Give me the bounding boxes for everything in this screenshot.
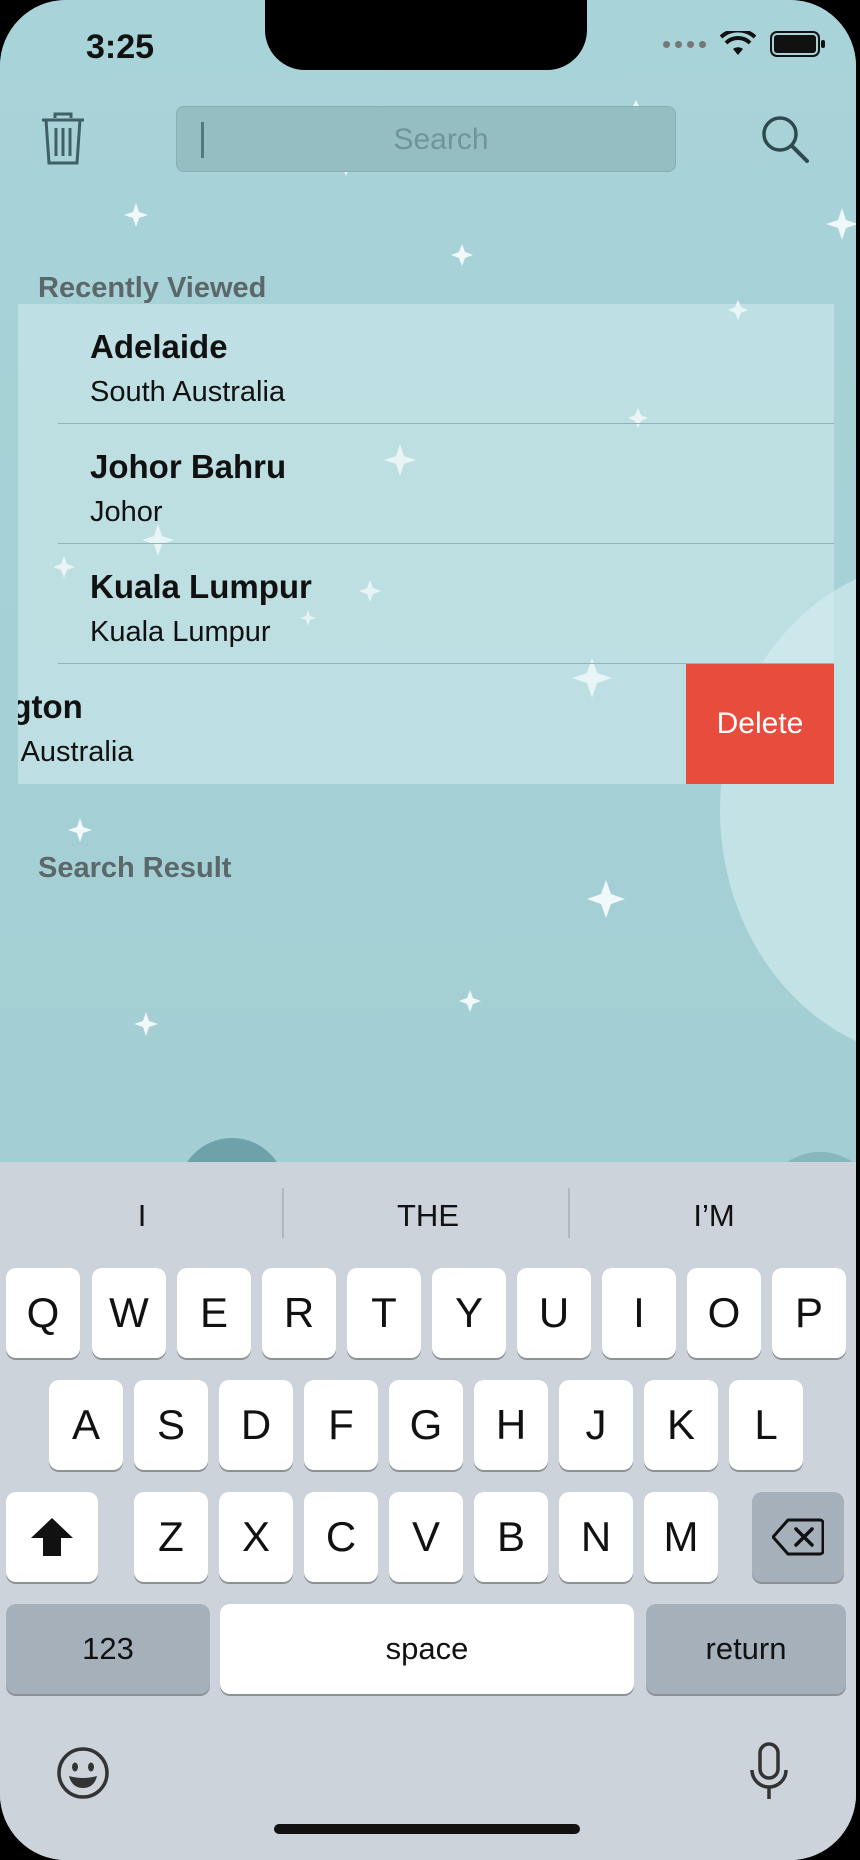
- city-name: Adelaide: [90, 328, 228, 365]
- key-g[interactable]: G: [389, 1380, 463, 1470]
- city-name: Kuala Lumpur: [90, 568, 312, 605]
- key-c[interactable]: C: [304, 1492, 378, 1582]
- key-f[interactable]: F: [304, 1380, 378, 1470]
- list-item[interactable]: Kuala Lumpur Kuala Lumpur: [18, 544, 834, 664]
- battery-icon: [770, 31, 825, 57]
- search-field[interactable]: [176, 106, 676, 173]
- text-cursor: [201, 122, 204, 158]
- list-item[interactable]: Johor Bahru Johor: [18, 424, 834, 544]
- notch: [265, 0, 587, 70]
- list-item-swiped[interactable]: ington n Australia Delete: [18, 664, 834, 784]
- key-v[interactable]: V: [389, 1492, 463, 1582]
- key-s[interactable]: S: [134, 1380, 208, 1470]
- key-l[interactable]: L: [729, 1380, 803, 1470]
- key-b[interactable]: B: [474, 1492, 548, 1582]
- search-result-title: Search Result: [38, 852, 232, 884]
- shift-icon: [31, 1518, 73, 1556]
- key-m[interactable]: M: [644, 1492, 718, 1582]
- space-key[interactable]: space: [220, 1604, 634, 1694]
- region-name: n Australia: [18, 736, 134, 768]
- list-item[interactable]: Adelaide South Australia: [18, 304, 834, 424]
- key-n[interactable]: N: [559, 1492, 633, 1582]
- suggestion-item[interactable]: I’M: [572, 1188, 856, 1244]
- suggestion-item[interactable]: THE: [286, 1188, 570, 1244]
- status-time: 3:25: [86, 28, 155, 66]
- trash-icon[interactable]: [40, 112, 86, 166]
- recently-viewed-list: Adelaide South Australia Johor Bahru Joh…: [18, 304, 834, 784]
- key-y[interactable]: Y: [432, 1268, 506, 1358]
- region-name: Kuala Lumpur: [90, 616, 271, 648]
- home-indicator: [274, 1824, 580, 1834]
- key-j[interactable]: J: [559, 1380, 633, 1470]
- key-k[interactable]: K: [644, 1380, 718, 1470]
- phone-screen: 3:25 Recently Viewed Adelaide South Aust…: [0, 0, 856, 1860]
- recently-viewed-title: Recently Viewed: [38, 272, 267, 304]
- return-key[interactable]: return: [646, 1604, 846, 1694]
- city-name: Johor Bahru: [90, 448, 287, 485]
- city-name: ington: [18, 688, 83, 725]
- region-name: Johor: [90, 496, 163, 528]
- backspace-icon: [771, 1518, 825, 1556]
- region-name: South Australia: [90, 376, 286, 408]
- search-input[interactable]: [209, 107, 673, 173]
- divider: [568, 1188, 570, 1238]
- key-t[interactable]: T: [347, 1268, 421, 1358]
- shift-key[interactable]: [6, 1492, 98, 1582]
- emoji-icon[interactable]: [56, 1746, 110, 1800]
- keyboard: I THE I’M Q W E R T Y U I O P A S D F G …: [0, 1162, 856, 1860]
- key-h[interactable]: H: [474, 1380, 548, 1470]
- delete-button[interactable]: Delete: [686, 664, 834, 784]
- key-p[interactable]: P: [772, 1268, 846, 1358]
- key-x[interactable]: X: [219, 1492, 293, 1582]
- key-d[interactable]: D: [219, 1380, 293, 1470]
- key-o[interactable]: O: [687, 1268, 761, 1358]
- key-i[interactable]: I: [602, 1268, 676, 1358]
- key-u[interactable]: U: [517, 1268, 591, 1358]
- divider: [282, 1188, 284, 1238]
- numbers-key[interactable]: 123: [6, 1604, 210, 1694]
- status-icons: [663, 30, 826, 58]
- backspace-key[interactable]: [752, 1492, 844, 1582]
- key-a[interactable]: A: [49, 1380, 123, 1470]
- wifi-icon: [720, 31, 756, 55]
- key-e[interactable]: E: [177, 1268, 251, 1358]
- key-z[interactable]: Z: [134, 1492, 208, 1582]
- key-q[interactable]: Q: [6, 1268, 80, 1358]
- signal-icon: [663, 40, 706, 48]
- suggestion-item[interactable]: I: [0, 1188, 284, 1244]
- microphone-icon[interactable]: [748, 1742, 790, 1802]
- search-icon[interactable]: [760, 114, 810, 164]
- key-w[interactable]: W: [92, 1268, 166, 1358]
- key-r[interactable]: R: [262, 1268, 336, 1358]
